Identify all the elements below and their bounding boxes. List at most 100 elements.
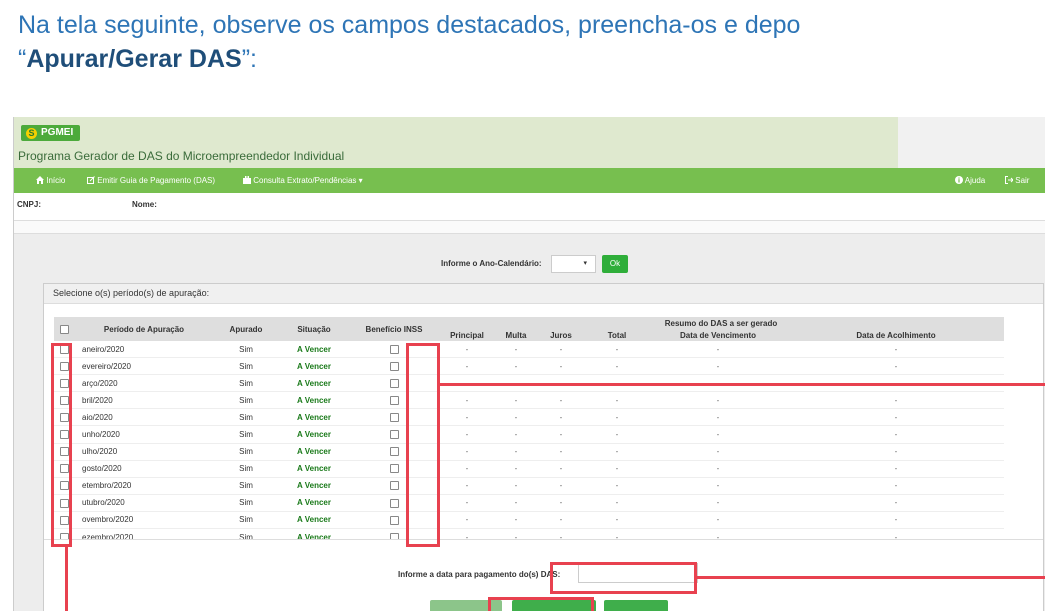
row-total: - <box>586 391 648 410</box>
row-multa: - <box>496 341 536 359</box>
row-vencimento: - <box>648 425 788 444</box>
date-label: Informe a data para pagamento do(s) DAS: <box>398 570 561 579</box>
row-periodo: ulho/2020 <box>74 443 214 461</box>
row-juros: - <box>536 408 586 427</box>
row-juros: - <box>536 460 586 478</box>
table-row: evereiro/2020 Sim A Vencer - - - - - - <box>54 357 1004 376</box>
col-juros: Juros <box>536 329 586 341</box>
inss-checkbox[interactable] <box>389 481 399 491</box>
table-row: ovembro/2020 Sim A Vencer - - - - - - <box>54 511 1004 530</box>
nav-bar: Início Emitir Guia de Pagamento (DAS) Co… <box>14 168 1045 193</box>
nav-exit[interactable]: Sair <box>1005 168 1029 193</box>
header-right-area <box>898 117 1045 168</box>
callout-line-inss <box>440 383 1045 386</box>
row-total: - <box>586 443 648 461</box>
select-all-cell <box>54 317 74 341</box>
chevron-down-icon: ▾ <box>583 260 587 267</box>
highlight-apurar-button <box>488 597 594 611</box>
row-total: - <box>586 494 648 512</box>
nav-help-label: Ajuda <box>964 176 986 185</box>
row-juros: - <box>536 425 586 444</box>
row-principal: - <box>438 425 496 444</box>
row-situacao: A Vencer <box>278 511 350 530</box>
row-multa: - <box>496 494 536 512</box>
inss-checkbox[interactable] <box>389 464 399 474</box>
ok-button[interactable]: Ok <box>602 255 628 273</box>
highlight-inss-checkboxes <box>406 343 440 547</box>
row-principal: - <box>438 443 496 461</box>
row-periodo: aneiro/2020 <box>74 341 214 359</box>
row-principal: - <box>438 460 496 478</box>
row-apurado: Sim <box>214 494 278 512</box>
instruction-text: Na tela seguinte, observe os campos dest… <box>0 8 1045 76</box>
year-select[interactable]: ▾ <box>551 255 596 273</box>
pgmei-screenshot: S PGMEI Programa Gerador de DAS do Microe… <box>13 117 1045 611</box>
select-all-checkbox[interactable] <box>59 324 69 334</box>
briefcase-icon <box>243 175 251 184</box>
nav-consult[interactable]: Consulta Extrato/Pendências ▾ <box>243 168 363 193</box>
row-periodo: arço/2020 <box>74 374 214 393</box>
inss-checkbox[interactable] <box>389 515 399 525</box>
col-situacao: Situação <box>278 317 350 341</box>
nav-consult-label: Consulta Extrato/Pendências ▾ <box>253 176 363 185</box>
table-row: bril/2020 Sim A Vencer - - - - - - <box>54 391 1004 410</box>
inss-checkbox[interactable] <box>389 498 399 508</box>
inss-checkbox[interactable] <box>389 344 399 354</box>
pgmei-logo: S PGMEI <box>21 125 81 141</box>
row-periodo: evereiro/2020 <box>74 357 214 376</box>
inss-checkbox[interactable] <box>389 413 399 423</box>
row-principal: - <box>438 341 496 359</box>
inss-checkbox[interactable] <box>389 447 399 457</box>
row-periodo: gosto/2020 <box>74 460 214 478</box>
row-multa: - <box>496 477 536 495</box>
row-multa: - <box>496 357 536 376</box>
logo-icon: S <box>26 128 37 139</box>
nav-emit[interactable]: Emitir Guia de Pagamento (DAS) <box>87 168 215 193</box>
row-juros: - <box>536 477 586 495</box>
row-apurado: Sim <box>214 357 278 376</box>
nav-help[interactable]: Ajuda <box>955 168 985 193</box>
row-periodo: unho/2020 <box>74 425 214 444</box>
row-acolhimento: - <box>788 408 1004 427</box>
row-total: - <box>586 511 648 530</box>
row-total: - <box>586 425 648 444</box>
row-total: - <box>586 477 648 495</box>
row-vencimento: - <box>648 443 788 461</box>
inss-checkbox[interactable] <box>389 396 399 406</box>
inss-checkbox[interactable] <box>389 361 399 371</box>
table-row: utubro/2020 Sim A Vencer - - - - - - <box>54 494 1004 512</box>
row-principal: - <box>438 511 496 530</box>
row-periodo: etembro/2020 <box>74 477 214 495</box>
limpar-button[interactable] <box>604 600 668 611</box>
row-periodo: aio/2020 <box>74 408 214 427</box>
row-periodo: utubro/2020 <box>74 494 214 512</box>
identity-bar: CNPJ: Nome: <box>14 193 1045 221</box>
nav-emit-label: Emitir Guia de Pagamento (DAS) <box>97 176 216 185</box>
period-table: Período de Apuração Apurado Situação Ben… <box>54 317 1004 547</box>
row-apurado: Sim <box>214 460 278 478</box>
row-situacao: A Vencer <box>278 357 350 376</box>
row-apurado: Sim <box>214 408 278 427</box>
inss-checkbox[interactable] <box>389 430 399 440</box>
col-periodo: Período de Apuração <box>74 317 214 341</box>
row-multa: - <box>496 391 536 410</box>
row-apurado: Sim <box>214 477 278 495</box>
nav-exit-label: Sair <box>1015 176 1030 185</box>
row-acolhimento: - <box>788 425 1004 444</box>
row-vencimento: - <box>648 460 788 478</box>
row-vencimento: - <box>648 477 788 495</box>
row-apurado: Sim <box>214 511 278 530</box>
inss-checkbox[interactable] <box>389 378 399 388</box>
nav-home[interactable]: Início <box>36 168 65 193</box>
table-row: aneiro/2020 Sim A Vencer - - - - - - <box>54 341 1004 359</box>
col-multa: Multa <box>496 329 536 341</box>
row-total: - <box>586 341 648 359</box>
row-vencimento: - <box>648 494 788 512</box>
row-total: - <box>586 408 648 427</box>
nome-label: Nome: <box>132 200 157 209</box>
table-row: aio/2020 Sim A Vencer - - - - - - <box>54 408 1004 427</box>
row-situacao: A Vencer <box>278 374 350 393</box>
instruction-action-name: Apurar/Gerar DAS <box>26 45 242 73</box>
row-principal: - <box>438 391 496 410</box>
col-principal: Principal <box>438 329 496 341</box>
